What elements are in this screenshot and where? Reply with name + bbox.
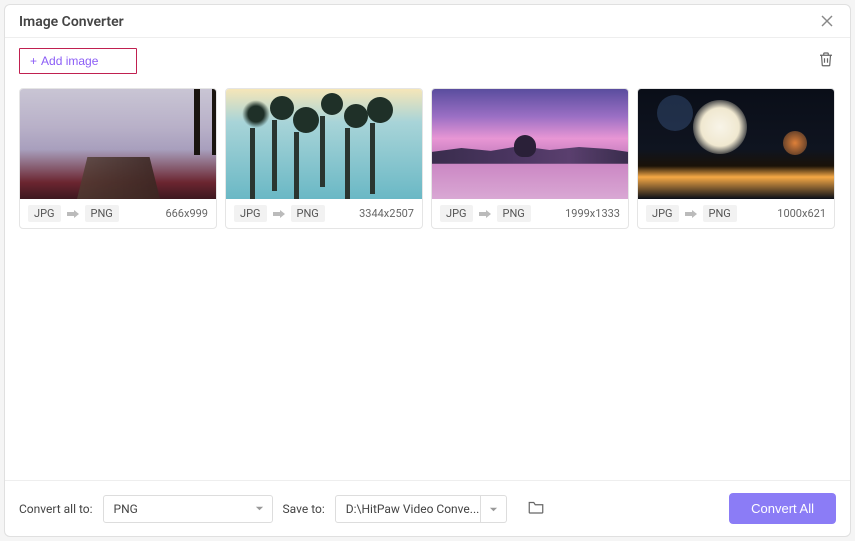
image-meta: JPG PNG 1000x621: [638, 199, 834, 228]
window-title: Image Converter: [19, 14, 124, 30]
target-format-badge[interactable]: PNG: [85, 205, 119, 222]
convert-all-button[interactable]: Convert All: [729, 493, 836, 524]
folder-icon: [527, 499, 545, 519]
source-format-badge: JPG: [234, 205, 267, 222]
close-icon: [820, 13, 834, 32]
image-dimensions: 1999x1333: [565, 207, 620, 220]
format-group: JPG PNG: [646, 205, 737, 222]
format-group: JPG PNG: [440, 205, 531, 222]
footer: Convert all to: PNG Save to: D:\HitPaw V…: [5, 480, 850, 536]
image-converter-window: Image Converter + Add image JPG PNG: [4, 4, 851, 537]
image-dimensions: 1000x621: [777, 207, 826, 220]
delete-all-button[interactable]: [816, 51, 836, 71]
save-to-label: Save to:: [283, 502, 325, 516]
open-folder-button[interactable]: [525, 498, 547, 520]
image-thumbnail: [226, 89, 422, 199]
convert-all-to-label: Convert all to:: [19, 502, 93, 516]
close-button[interactable]: [818, 13, 836, 31]
arrow-right-icon: [67, 209, 79, 219]
image-meta: JPG PNG 3344x2507: [226, 199, 422, 228]
target-format-badge[interactable]: PNG: [497, 205, 531, 222]
image-card[interactable]: JPG PNG 666x999: [19, 88, 217, 229]
format-group: JPG PNG: [28, 205, 119, 222]
add-image-label: Add image: [41, 54, 98, 68]
arrow-right-icon: [685, 209, 697, 219]
trash-icon: [817, 50, 835, 72]
arrow-right-icon: [479, 209, 491, 219]
image-meta: JPG PNG 666x999: [20, 199, 216, 228]
target-format-badge[interactable]: PNG: [703, 205, 737, 222]
format-group: JPG PNG: [234, 205, 325, 222]
image-grid: JPG PNG 666x999 JPG PNG 3344x2507: [5, 82, 850, 480]
output-format-value: PNG: [114, 502, 138, 516]
titlebar: Image Converter: [5, 5, 850, 38]
chevron-down-icon: [255, 504, 264, 513]
source-format-badge: JPG: [646, 205, 679, 222]
arrow-right-icon: [273, 209, 285, 219]
add-image-button[interactable]: + Add image: [19, 48, 137, 74]
image-dimensions: 666x999: [165, 207, 208, 220]
target-format-badge[interactable]: PNG: [291, 205, 325, 222]
image-card[interactable]: JPG PNG 1000x621: [637, 88, 835, 229]
source-format-badge: JPG: [440, 205, 473, 222]
source-format-badge: JPG: [28, 205, 61, 222]
save-path-group: D:\HitPaw Video Conve...: [335, 495, 507, 523]
image-card[interactable]: JPG PNG 1999x1333: [431, 88, 629, 229]
image-dimensions: 3344x2507: [359, 207, 414, 220]
image-thumbnail: [432, 89, 628, 199]
save-path-value: D:\HitPaw Video Conve...: [346, 502, 480, 516]
chevron-down-icon: [489, 499, 498, 518]
image-thumbnail: [638, 89, 834, 199]
toolbar: + Add image: [5, 38, 850, 82]
image-thumbnail: [20, 89, 216, 199]
output-format-select[interactable]: PNG: [103, 495, 273, 523]
image-meta: JPG PNG 1999x1333: [432, 199, 628, 228]
save-path-dropdown-button[interactable]: [481, 495, 507, 523]
image-card[interactable]: JPG PNG 3344x2507: [225, 88, 423, 229]
save-path-field[interactable]: D:\HitPaw Video Conve...: [335, 495, 481, 523]
plus-icon: +: [30, 54, 37, 68]
